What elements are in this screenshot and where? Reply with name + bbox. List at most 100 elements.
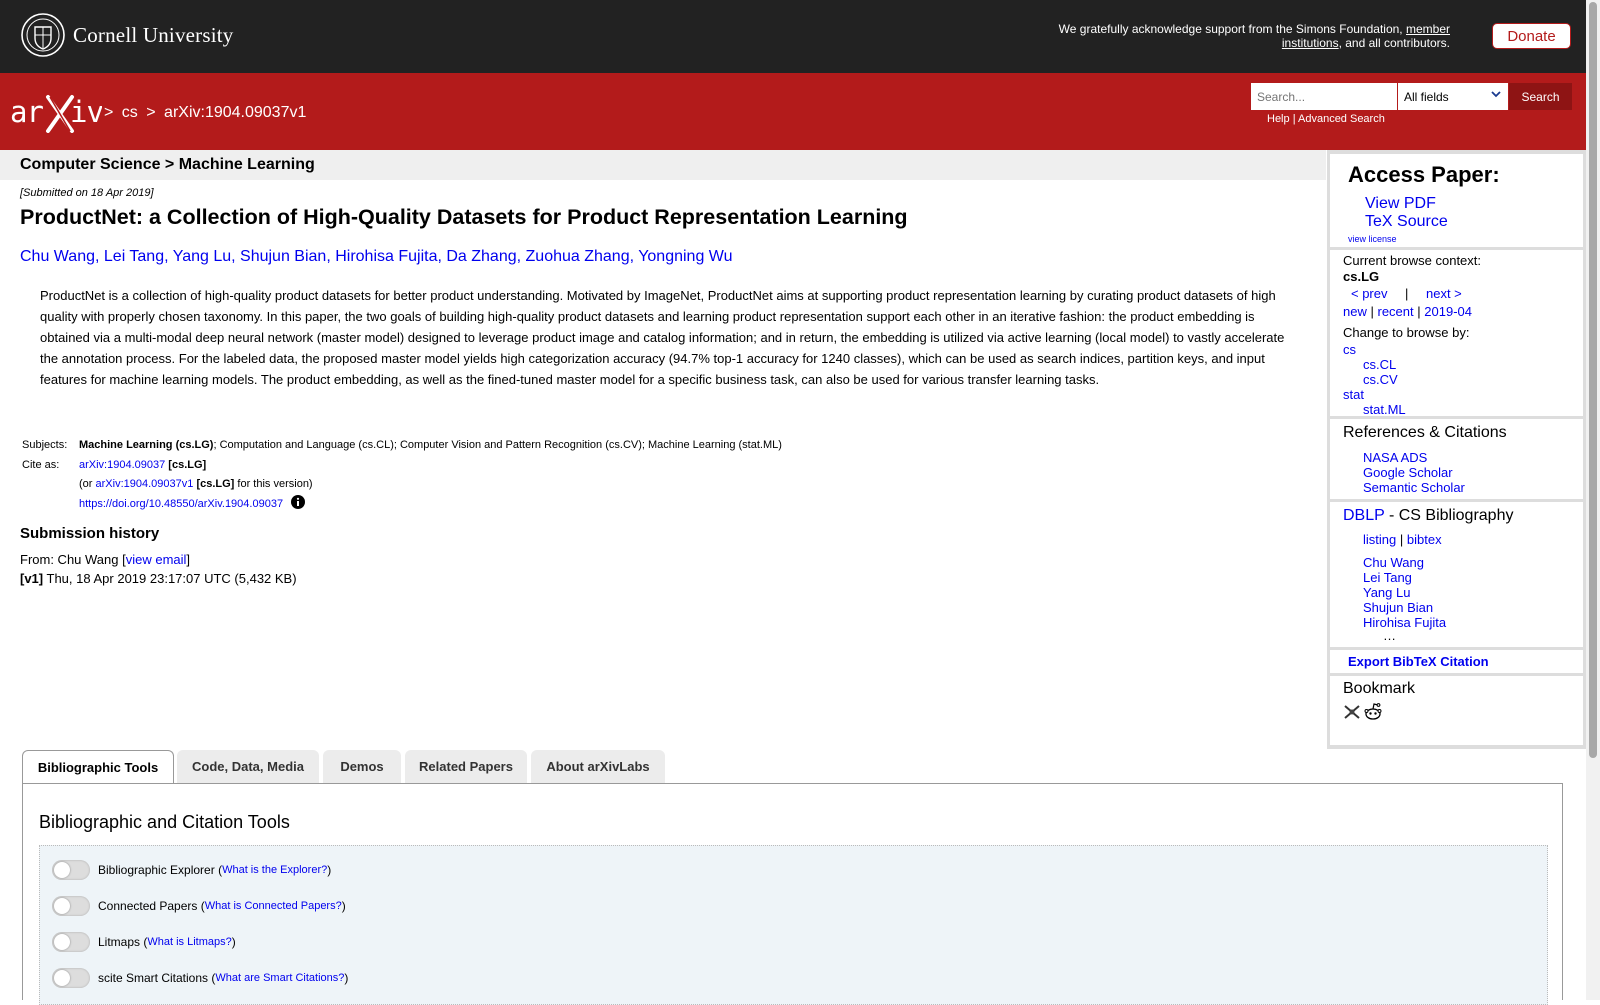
bibsonomy-icon[interactable] — [1343, 703, 1361, 721]
google-scholar-link[interactable]: Google Scholar — [1363, 465, 1453, 480]
tool-info-link[interactable]: What is Connected Papers? — [205, 900, 342, 912]
browse-statml-link[interactable]: stat.ML — [1363, 402, 1406, 417]
tool-info-link[interactable]: What is Litmaps? — [147, 936, 231, 948]
tool-row: Litmaps (What is Litmaps?) — [52, 932, 236, 952]
dblp-author-link[interactable]: Lei Tang — [1363, 570, 1412, 585]
dblp-bibtex-link[interactable]: bibtex — [1407, 532, 1442, 547]
tool-info-link[interactable]: What is the Explorer? — [222, 864, 327, 876]
arxiv-header: ar iv > cs > arXiv:1904.09037v1 All fiel… — [0, 73, 1586, 150]
subjects-value: Machine Learning (cs.LG); Computation an… — [79, 439, 782, 451]
tool-info-link[interactable]: What are Smart Citations? — [215, 972, 344, 984]
tool-label: Litmaps — [98, 935, 141, 949]
paper-metadata: Subjects: Machine Learning (cs.LG); Comp… — [22, 436, 782, 514]
tab-related-papers[interactable]: Related Papers — [405, 750, 527, 783]
dblp-author-link[interactable]: Chu Wang — [1363, 555, 1424, 570]
author-link[interactable]: Yongning Wu — [638, 248, 732, 265]
donate-button[interactable]: Donate — [1492, 23, 1571, 49]
cornell-logo[interactable]: Cornell University — [21, 13, 234, 57]
author-link[interactable]: Lei Tang — [104, 248, 164, 265]
connected-papers-toggle[interactable] — [52, 896, 90, 916]
author-link[interactable]: Shujun Bian — [240, 248, 326, 265]
browse-cscv-link[interactable]: cs.CV — [1363, 372, 1398, 387]
tab-panel: Bibliographic and Citation Tools Bibliog… — [22, 783, 1563, 1005]
chevron-down-icon — [1491, 91, 1501, 98]
view-pdf-link[interactable]: View PDF — [1365, 195, 1436, 213]
submission-history: From: Chu Wang [view email] [v1] Thu, 18… — [20, 552, 297, 586]
references-box: References & Citations NASA ADS Google S… — [1330, 419, 1583, 499]
tab-code-data-media[interactable]: Code, Data, Media — [177, 750, 319, 783]
tab-demos[interactable]: Demos — [323, 750, 401, 783]
tool-label: scite Smart Citations — [98, 971, 209, 985]
subjects-label: Subjects: — [22, 439, 68, 451]
doi-link[interactable]: https://doi.org/10.48550/arXiv.1904.0903… — [79, 498, 283, 510]
breadcrumb-cs-link[interactable]: cs — [122, 104, 138, 121]
bookmark-box: Bookmark — [1330, 676, 1583, 745]
paper-title: ProductNet: a Collection of High-Quality… — [20, 205, 908, 229]
svg-text:iv: iv — [70, 95, 102, 129]
prev-link[interactable]: < prev — [1351, 286, 1388, 301]
search-input[interactable] — [1251, 83, 1397, 110]
scrollbar-thumb[interactable] — [1589, 2, 1597, 758]
dblp-author-link[interactable]: Yang Lu — [1363, 585, 1410, 600]
bibliographic-explorer-toggle[interactable] — [52, 860, 90, 880]
right-sidebar: Access Paper: View PDF TeX Source view l… — [1327, 150, 1586, 749]
author-link[interactable]: Da Zhang — [446, 248, 516, 265]
browse-context-value: cs.LG — [1343, 269, 1380, 284]
change-browse-label: Change to browse by: — [1343, 325, 1470, 340]
author-link[interactable]: Zuohua Zhang — [526, 248, 630, 265]
browse-context-label: Current browse context: — [1343, 253, 1482, 268]
browse-cs-link[interactable]: cs — [1343, 342, 1356, 357]
breadcrumb: > cs > arXiv:1904.09037v1 — [104, 104, 307, 121]
next-link[interactable]: next > — [1426, 286, 1462, 301]
references-heading: References & Citations — [1343, 424, 1507, 441]
support-message: We gratefully acknowledge support from t… — [1058, 22, 1450, 50]
arxiv-logo-icon[interactable]: ar iv — [10, 91, 102, 133]
author-link[interactable]: Hirohisa Fujita — [335, 248, 437, 265]
browse-stat-link[interactable]: stat — [1343, 387, 1364, 402]
version-label: [v1] — [20, 571, 44, 586]
help-link[interactable]: Help — [1267, 113, 1290, 125]
month-link[interactable]: 2019-04 — [1424, 304, 1472, 319]
tab-bibliographic-tools[interactable]: Bibliographic Tools — [22, 750, 174, 784]
new-link[interactable]: new — [1343, 304, 1367, 319]
view-email-link[interactable]: view email — [126, 552, 187, 567]
tools-list: Bibliographic Explorer (What is the Expl… — [39, 845, 1548, 1005]
search-button[interactable]: Search — [1509, 83, 1572, 110]
cite-version-link[interactable]: arXiv:1904.09037v1 — [96, 478, 194, 490]
scite-toggle[interactable] — [52, 968, 90, 988]
bookmark-heading: Bookmark — [1343, 680, 1416, 697]
reddit-icon[interactable] — [1363, 702, 1383, 722]
author-list: Chu Wang, Lei Tang, Yang Lu, Shujun Bian… — [20, 248, 733, 265]
dblp-link[interactable]: DBLP — [1343, 507, 1385, 524]
tool-row: scite Smart Citations (What are Smart Ci… — [52, 968, 348, 988]
author-link[interactable]: Yang Lu — [173, 248, 231, 265]
info-icon[interactable] — [291, 494, 306, 509]
export-bibtex-link[interactable]: Export BibTeX Citation — [1348, 654, 1489, 669]
dblp-box: DBLP - CS Bibliography listing | bibtex … — [1330, 502, 1583, 647]
top-banner: Cornell University We gratefully acknowl… — [0, 0, 1586, 73]
tool-label: Bibliographic Explorer — [98, 863, 215, 877]
access-paper-box: Access Paper: View PDF TeX Source view l… — [1330, 154, 1583, 247]
dblp-author-link[interactable]: Hirohisa Fujita — [1363, 615, 1446, 630]
litmaps-toggle[interactable] — [52, 932, 90, 952]
search-field-select[interactable]: All fields — [1398, 83, 1508, 110]
tab-about-arxivlabs[interactable]: About arXivLabs — [531, 750, 665, 783]
submission-history-heading: Submission history — [20, 525, 160, 542]
dblp-author-link[interactable]: Shujun Bian — [1363, 600, 1433, 615]
category-path: Computer Science > Machine Learning — [20, 156, 315, 173]
semantic-scholar-link[interactable]: Semantic Scholar — [1363, 480, 1465, 495]
dblp-listing-link[interactable]: listing — [1363, 532, 1396, 547]
cite-id-link[interactable]: arXiv:1904.09037 — [79, 459, 165, 471]
browse-cscl-link[interactable]: cs.CL — [1363, 357, 1396, 372]
nasa-ads-link[interactable]: NASA ADS — [1363, 450, 1427, 465]
tex-source-link[interactable]: TeX Source — [1365, 213, 1448, 231]
breadcrumb-paper-id: arXiv:1904.09037v1 — [164, 104, 307, 121]
svg-text:ar: ar — [10, 95, 43, 129]
tool-row: Connected Papers (What is Connected Pape… — [52, 896, 346, 916]
recent-link[interactable]: recent — [1378, 304, 1414, 319]
cornell-seal-icon — [21, 13, 65, 57]
author-link[interactable]: Chu Wang — [20, 248, 95, 265]
view-license-link[interactable]: view license — [1348, 234, 1397, 244]
access-paper-heading: Access Paper: — [1348, 162, 1500, 187]
advanced-search-link[interactable]: Advanced Search — [1298, 113, 1385, 125]
